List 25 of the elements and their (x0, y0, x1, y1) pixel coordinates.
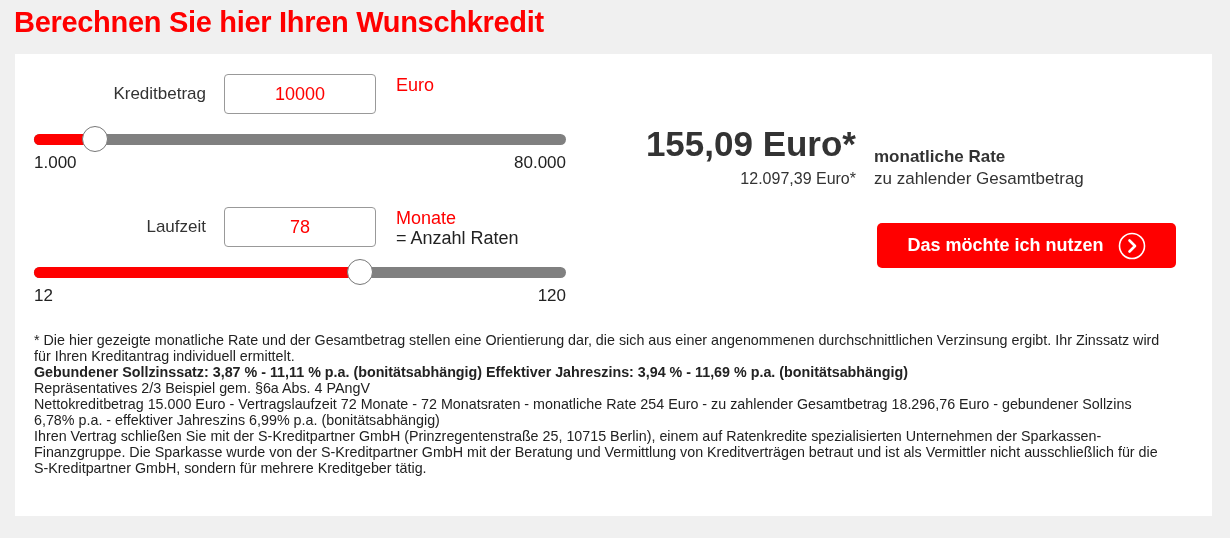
apply-button[interactable]: Das möchte ich nutzen (877, 223, 1176, 268)
disclaimer-text: Ihren Vertrag schließen Sie mit der S-Kreditpartner GmbH (Prinzregentenstraße 25, 10715 Berlin), einem auf Ratenkredite spezialisierten Unternehmen der Sparkassen-Finanzgruppe. Die Sparkasse wurde von der S-Kreditpartner GmbH mit der Beratung und Vermittlung von Kreditverträgen betraut und ist als Vermittler nicht ausschließlich für die S-Kreditpartner GmbH, sondern für mehrere Kreditgeber tätig. (34, 428, 1159, 476)
unit-note: = Anzahl Raten (396, 228, 519, 248)
number-field[interactable]: 78 (224, 207, 376, 247)
field-label: Laufzeit (145, 216, 206, 237)
monthly-rate-value: 155,09 Euro* (644, 124, 856, 164)
total-amount-label: zu zahlender Gesamtbetrag (874, 169, 1084, 189)
disclaimer-text: Nettokreditbetrag 15.000 Euro - Vertragslaufzeit 72 Monate - 72 Monatsraten - monatliche Rate 254 Euro - zu zahlender Gesamtbetrag 18.296,76 Euro - gebundener Sollzins 6,78% p.a. - effektiver Jahreszins 6,99% p.a. (bonitätsabhängig) (34, 396, 1133, 428)
slider-thumb[interactable] (82, 126, 109, 152)
chevron-right-icon (1117, 231, 1146, 260)
slider-min-label: 1.000 (34, 153, 77, 173)
number-field[interactable]: 10000 (224, 74, 376, 114)
slider-thumb[interactable] (346, 259, 373, 285)
slider-max-label: 120 (537, 286, 566, 306)
page-title: Berechnen Sie hier Ihren Wunschkredit (13, 5, 545, 40)
field-label: Kreditbetrag (112, 83, 206, 104)
unit-label: Monate (396, 208, 458, 228)
slider-min-label: 12 (34, 286, 53, 306)
disclaimer-text: Gebundener Sollzinssatz: 3,87 % - 11,11 % p.a. (bonitätsabhängig) Effektiver Jahreszins: 3,94 % - 11,69 % p.a. (bonitätsabhängig) (34, 364, 909, 380)
monthly-rate-label: monatliche Rate (874, 147, 1006, 167)
disclaimer-text: * Die hier gezeigte monatliche Rate und der Gesamtbetrag stellen eine Orientierung dar, die sich aus einer angenommenen durchschnittlichen Verzinsung ergibt. Ihr Zinssatz wird für Ihren Kreditantrag individuell ermittelt. (34, 332, 1161, 364)
slider-max-label: 80.000 (514, 153, 566, 173)
total-amount-value: 12.097,39 Euro* (739, 170, 856, 188)
unit-label: Euro (396, 75, 435, 95)
disclaimer-text: Repräsentatives 2/3 Beispiel gem. §6a Abs. 4 PAngV (34, 380, 371, 396)
